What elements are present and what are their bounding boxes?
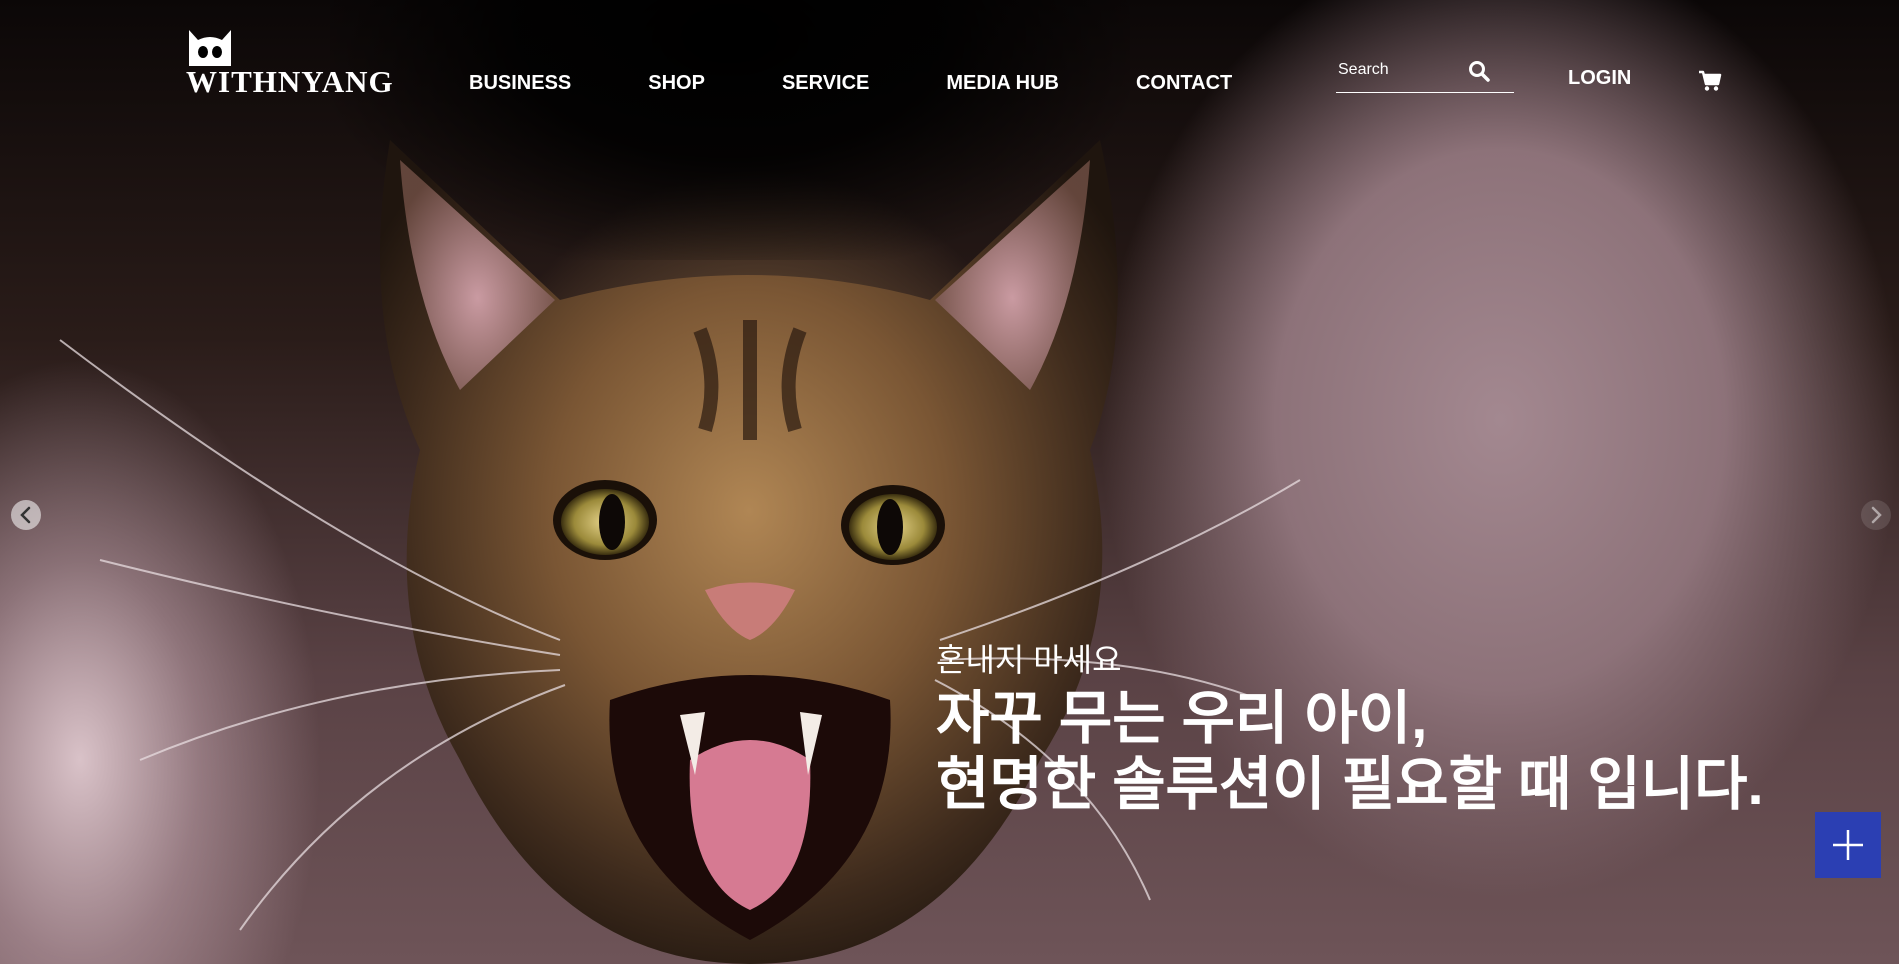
login-link[interactable]: LOGIN xyxy=(1568,67,1631,90)
next-slide-button[interactable] xyxy=(1861,500,1891,530)
logo-text: WITHNYANG xyxy=(186,64,394,99)
prev-slide-button[interactable] xyxy=(11,500,41,530)
hero-subtitle: 혼내지 마세요 xyxy=(936,642,1122,678)
chevron-right-icon xyxy=(1871,506,1882,524)
floating-plus-button[interactable] xyxy=(1815,812,1881,878)
main-nav: BUSINESS SHOP SERVICE MEDIA HUB CONTACT xyxy=(469,72,1309,95)
hero-title-line-2: 현명한 솔루션이 필요할 때 입니다. xyxy=(936,752,1764,817)
hero-title: 자꾸 무는 우리 아이, 현명한 솔루션이 필요할 때 입니다. xyxy=(936,686,1764,818)
nav-contact[interactable]: CONTACT xyxy=(1136,72,1232,95)
hero-caption: 혼내지 마세요 자꾸 무는 우리 아이, 현명한 솔루션이 필요할 때 입니다. xyxy=(936,640,1764,818)
hero-cat-image xyxy=(59,140,1301,964)
nav-service[interactable]: SERVICE xyxy=(782,72,869,95)
nav-media-hub[interactable]: MEDIA HUB xyxy=(946,72,1059,95)
plus-icon xyxy=(1833,830,1863,860)
nav-business[interactable]: BUSINESS xyxy=(469,72,571,95)
hero-slider: WITHNYANG BUSINESS SHOP SERVICE MEDIA HU… xyxy=(0,0,1899,964)
cat-logo-icon xyxy=(189,30,231,66)
cart-icon[interactable] xyxy=(1698,70,1722,92)
chevron-left-icon xyxy=(20,506,31,524)
search-icon[interactable] xyxy=(1468,60,1490,82)
brand-logo[interactable]: WITHNYANG xyxy=(186,22,422,100)
search-input[interactable] xyxy=(1336,56,1470,84)
hero-title-line-1: 자꾸 무는 우리 아이, xyxy=(936,686,1428,751)
nav-shop[interactable]: SHOP xyxy=(648,72,705,95)
site-header: WITHNYANG BUSINESS SHOP SERVICE MEDIA HU… xyxy=(0,0,1899,120)
